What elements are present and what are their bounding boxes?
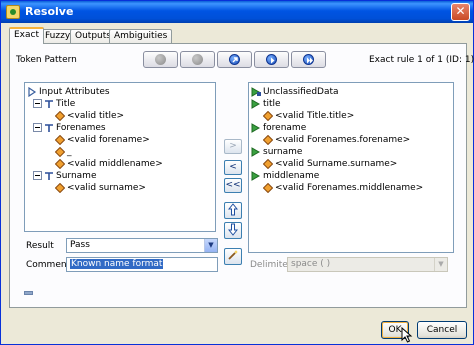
input-attributes-tree[interactable]: Input Attributes Title <valid title> For… xyxy=(24,82,216,232)
token-icon xyxy=(263,183,273,193)
collapse-icon xyxy=(33,123,42,132)
first-rule-button[interactable] xyxy=(143,51,178,68)
close-icon: ✕ xyxy=(455,4,466,18)
last-icon xyxy=(303,54,314,65)
add-rule-button[interactable] xyxy=(217,51,252,68)
collapse-icon xyxy=(33,99,42,108)
result-select[interactable]: Pass ▼ xyxy=(66,238,218,253)
previous-rule-button[interactable] xyxy=(180,51,215,68)
first-icon xyxy=(155,54,166,65)
output-root-icon xyxy=(251,87,261,97)
cancel-button[interactable]: Cancel xyxy=(417,321,467,339)
token-pattern-label: Token Pattern xyxy=(16,55,77,65)
next-icon xyxy=(266,54,277,65)
move-right-button[interactable]: > xyxy=(224,139,242,154)
token-icon xyxy=(55,159,65,169)
move-all-left-button[interactable]: << xyxy=(224,178,242,193)
window-title: Resolve xyxy=(25,5,74,18)
token-icon xyxy=(55,183,65,193)
result-value: Pass xyxy=(70,240,90,250)
resolve-dialog: Resolve ✕ Exact Fuzzy Outputs Ambiguitie… xyxy=(0,0,474,345)
mouse-cursor-icon xyxy=(401,327,413,343)
move-up-button[interactable] xyxy=(224,202,242,219)
output-attribute-icon xyxy=(251,171,261,181)
add-icon xyxy=(229,54,240,65)
token-icon xyxy=(55,111,65,121)
delimiter-select[interactable]: space ( ) ▼ xyxy=(287,257,448,272)
output-attribute-icon xyxy=(251,123,261,133)
chevron-down-icon[interactable]: ▼ xyxy=(204,239,217,252)
move-down-button[interactable] xyxy=(224,222,242,239)
comment-value: Known name format xyxy=(70,259,164,269)
arrow-down-icon xyxy=(227,223,239,236)
attribute-icon xyxy=(45,100,53,108)
app-icon xyxy=(6,5,20,19)
token-icon xyxy=(55,135,65,145)
wand-button[interactable] xyxy=(224,248,242,265)
close-button[interactable]: ✕ xyxy=(451,3,470,21)
move-left-button[interactable]: < xyxy=(224,160,242,175)
output-attribute-icon xyxy=(251,147,261,157)
token-icon xyxy=(263,111,273,121)
delimiter-value: space ( ) xyxy=(291,259,331,269)
rule-status: Exact rule 1 of 1 (ID: 1) xyxy=(369,55,474,65)
magic-wand-icon xyxy=(228,250,238,260)
comment-label: Comment xyxy=(26,260,71,270)
attribute-icon xyxy=(45,172,53,180)
pattern-root-icon xyxy=(28,87,37,97)
result-label: Result xyxy=(26,241,54,251)
collapse-icon xyxy=(33,171,42,180)
chevron-down-icon[interactable]: ▼ xyxy=(434,258,447,271)
splitter-handle[interactable] xyxy=(24,291,33,295)
token-icon xyxy=(263,159,273,169)
tab-exact[interactable]: Exact xyxy=(9,27,45,44)
title-bar[interactable]: Resolve ✕ xyxy=(1,1,473,23)
delimiter-label: Delimiter xyxy=(250,260,292,270)
output-attribute-icon xyxy=(251,99,261,109)
previous-icon xyxy=(192,54,203,65)
last-rule-button[interactable] xyxy=(291,51,326,68)
token-icon xyxy=(263,135,273,145)
arrow-up-icon xyxy=(227,203,239,216)
next-rule-button[interactable] xyxy=(254,51,289,68)
exact-tab-panel: Token Pattern Exact rule 1 of 1 (ID: 1) … xyxy=(9,43,474,308)
comment-field[interactable]: Known name format xyxy=(66,257,218,272)
tab-ambiguities[interactable]: Ambiguities xyxy=(109,29,173,43)
attribute-icon xyxy=(45,124,53,132)
token-icon xyxy=(55,147,65,157)
output-tree[interactable]: UnclassifiedData title <valid Title.titl… xyxy=(248,82,454,253)
